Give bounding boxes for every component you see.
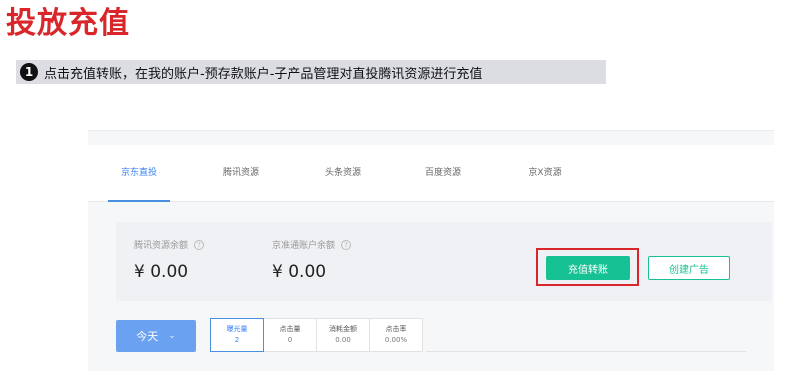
recharge-transfer-button[interactable]: 充值转账 [546,256,630,280]
step-number-badge: 1 [20,63,38,81]
metric-ctr[interactable]: 点击率 0.00% [369,318,423,352]
tab-jdx[interactable]: 京X资源 [508,145,582,201]
instruction-bar: 1 点击充值转账，在我的账户-预存款账户-子产品管理对直投腾讯资源进行充值 [16,60,606,84]
tab-tencent[interactable]: 腾讯资源 [204,145,278,201]
tab-toutiao[interactable]: 头条资源 [306,145,380,201]
create-ad-button[interactable]: 创建广告 [648,256,730,280]
tencent-balance-label: 腾讯资源余额 ? [134,238,205,251]
jzt-balance-value: ¥ 0.00 [272,262,327,282]
metric-impressions[interactable]: 曝光量 2 [210,318,264,352]
tencent-balance-value: ¥ 0.00 [134,262,189,282]
help-icon[interactable]: ? [194,239,205,250]
page-title: 投放充值 [6,6,130,41]
resource-tabs: 京东直投 腾讯资源 头条资源 百度资源 京X资源 [88,145,774,202]
tab-baidu[interactable]: 百度资源 [406,145,480,201]
metrics-tabs: 曝光量 2 点击量 0 消耗金额 0.00 点击率 0.00% [210,318,423,352]
divider [426,351,746,352]
instruction-text: 点击充值转账，在我的账户-预存款账户-子产品管理对直投腾讯资源进行充值 [44,66,483,82]
chevron-down-icon: ⌄ [168,331,176,341]
jzt-balance-label: 京准通账户余额 ? [272,238,352,251]
metric-spend[interactable]: 消耗金额 0.00 [316,318,370,352]
date-filter-dropdown[interactable]: 今天 ⌄ [116,320,196,352]
metric-clicks[interactable]: 点击量 0 [263,318,317,352]
date-filter-label: 今天 [136,330,159,343]
tab-jd-direct[interactable]: 京东直投 [102,145,176,202]
help-icon[interactable]: ? [341,239,352,250]
